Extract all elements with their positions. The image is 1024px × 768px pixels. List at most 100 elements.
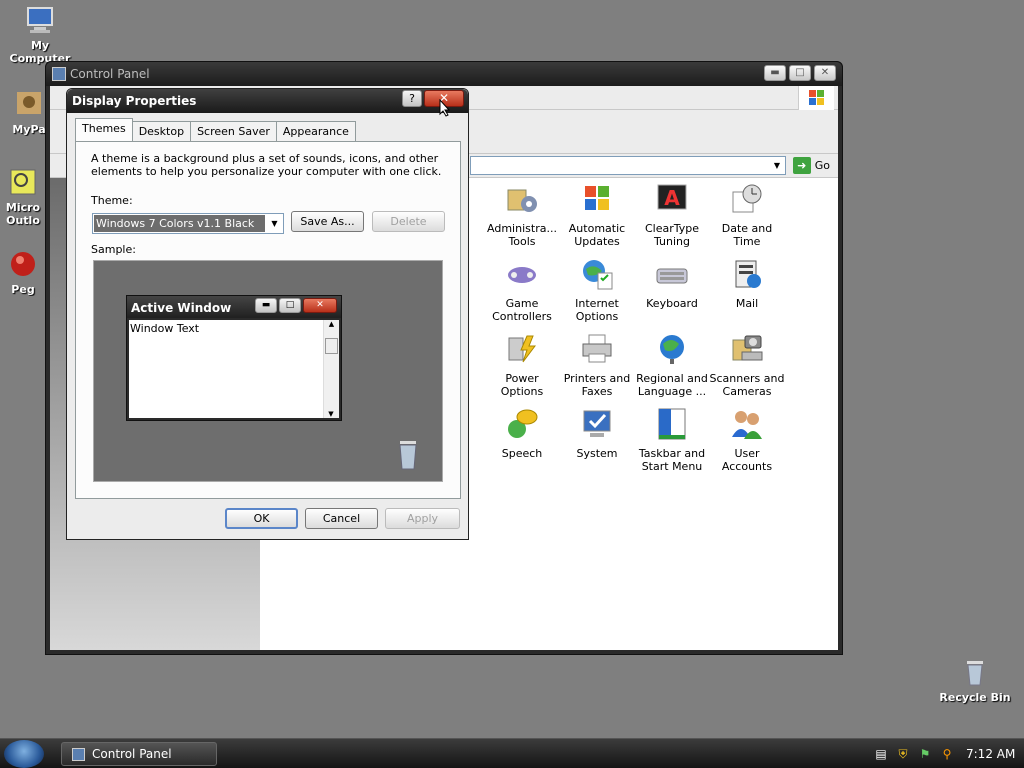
control-panel-icon (52, 67, 66, 81)
administrative-tools-icon (507, 189, 537, 212)
my-pictures-icon (17, 92, 41, 114)
cp-item-keyboard[interactable]: Keyboard (634, 257, 710, 310)
user-accounts-icon (732, 411, 762, 439)
cp-item-user-accounts[interactable]: User Accounts (709, 407, 785, 473)
keyboard-icon (656, 268, 688, 284)
address-input[interactable]: ▼ (470, 156, 786, 175)
cp-item-speech[interactable]: Speech (484, 407, 560, 460)
mouse-cursor-icon (439, 99, 451, 117)
network-icon[interactable]: ⚑ (918, 747, 932, 761)
dialog-title: Display Properties (72, 94, 197, 108)
cancel-button[interactable]: Cancel (305, 508, 378, 529)
cp-item-cleartype-tuning[interactable]: A ClearType Tuning (634, 182, 710, 248)
pegasus-icon (11, 252, 35, 276)
game-controller-icon (508, 267, 536, 283)
taskbar-button-label: Control Panel (92, 747, 172, 761)
cp-item-label: User Accounts (721, 447, 773, 473)
theme-select[interactable]: Windows 7 Colors v1.1 Black ▼ (92, 213, 284, 234)
svg-text:A: A (664, 186, 680, 210)
cp-item-label: Mail (735, 297, 759, 310)
theme-label: Theme: (91, 194, 133, 207)
close-icon: ✕ (303, 298, 337, 313)
arrow-right-icon: ➜ (792, 157, 811, 174)
theme-selected-value: Windows 7 Colors v1.1 Black (94, 215, 265, 232)
minimize-button[interactable]: ▬ (764, 65, 786, 81)
cp-item-label: ClearType Tuning (644, 222, 700, 248)
security-shield-icon[interactable]: ⛨ (896, 747, 910, 761)
cp-item-label: Administra... Tools (487, 222, 557, 248)
cp-item-taskbar-start-menu[interactable]: Taskbar and Start Menu (634, 407, 710, 473)
scroll-thumb (325, 338, 338, 354)
minimize-icon: ▬ (255, 298, 277, 313)
cp-item-administrative-tools[interactable]: Administra... Tools (484, 182, 560, 248)
cp-item-label: Date and Time (721, 222, 773, 248)
display-properties-dialog[interactable]: Display Properties ? ✕ Themes Desktop Sc… (66, 88, 469, 540)
taskbar-icon (658, 408, 686, 440)
power-options-icon (508, 335, 536, 363)
sample-label: Sample: (91, 243, 136, 256)
go-label: Go (814, 159, 830, 172)
scroll-up-icon: ▲ (328, 320, 335, 328)
save-as-button[interactable]: Save As... (291, 211, 364, 232)
ok-button[interactable]: OK (225, 508, 298, 529)
tab-appearance[interactable]: Appearance (275, 121, 356, 141)
mail-icon (735, 260, 761, 288)
desktop-icon-label: Recycle Bin (939, 691, 1011, 704)
printer-icon (582, 334, 612, 363)
cp-item-scanners-and-cameras[interactable]: Scanners and Cameras (709, 332, 785, 398)
help-button[interactable]: ? (402, 90, 422, 107)
cp-item-label: Automatic Updates (568, 222, 626, 248)
go-button[interactable]: ➜ Go (792, 157, 830, 174)
cp-item-regional-language[interactable]: Regional and Language ... (634, 332, 710, 398)
close-button[interactable]: ✕ (814, 65, 836, 81)
keyboard-icon[interactable]: ▤ (874, 747, 888, 761)
cp-item-automatic-updates[interactable]: Automatic Updates (559, 182, 635, 248)
globe-icon (660, 335, 684, 364)
chevron-down-icon[interactable]: ▼ (769, 157, 785, 174)
cp-item-power-options[interactable]: Power Options (484, 332, 560, 398)
title-bar[interactable]: Control Panel ▬ □ ✕ (46, 62, 842, 86)
speech-icon (508, 409, 538, 438)
chevron-down-icon[interactable]: ▼ (266, 214, 283, 233)
maximize-button[interactable]: □ (789, 65, 811, 81)
desktop-icon-my-computer[interactable]: My Computer (0, 4, 80, 65)
start-button[interactable] (4, 740, 44, 768)
tab-strip: Themes Desktop Screen Saver Appearance (75, 118, 356, 141)
cp-item-label: Taskbar and Start Menu (638, 447, 706, 473)
cp-item-system[interactable]: System (559, 407, 635, 460)
tab-themes[interactable]: Themes (75, 118, 133, 141)
dialog-title-bar[interactable]: Display Properties ? ✕ (67, 89, 468, 113)
search-icon[interactable]: ⚲ (940, 747, 954, 761)
cp-item-label: Speech (501, 447, 543, 460)
cp-item-label: Regional and Language ... (636, 372, 708, 398)
cp-item-label: Game Controllers (492, 297, 552, 323)
window-title: Control Panel (70, 67, 150, 81)
cp-item-game-controllers[interactable]: Game Controllers (484, 257, 560, 323)
automatic-updates-icon (585, 186, 609, 210)
cp-item-printers-and-faxes[interactable]: Printers and Faxes (559, 332, 635, 398)
delete-button[interactable]: Delete (372, 211, 445, 232)
sample-window-text: Window Text (130, 322, 200, 335)
my-computer-icon (27, 7, 53, 33)
desktop-icon-label: MyPa (12, 123, 46, 136)
sample-active-window: Active Window ▬ □ ✕ Window Text ▲ ▼ (126, 295, 342, 421)
theme-description: A theme is a background plus a set of so… (91, 152, 442, 178)
desktop-icon-recycle-bin[interactable]: Recycle Bin (935, 656, 1015, 704)
cp-item-label: Power Options (500, 372, 544, 398)
taskbar: Control Panel ▤ ⛨ ⚑ ⚲ 7:12 AM (0, 738, 1024, 768)
tab-desktop[interactable]: Desktop (131, 121, 192, 141)
apply-button[interactable]: Apply (385, 508, 460, 529)
taskbar-button-control-panel[interactable]: Control Panel (61, 742, 217, 766)
cp-item-internet-options[interactable]: Internet Options (559, 257, 635, 323)
outlook-icon (10, 169, 36, 195)
clock[interactable]: 7:12 AM (966, 747, 1015, 761)
cp-item-label: Internet Options (575, 297, 619, 323)
cp-item-mail[interactable]: Mail (709, 257, 785, 310)
system-tray: ▤ ⛨ ⚑ ⚲ 7:12 AM (864, 739, 1024, 768)
cp-item-date-and-time[interactable]: Date and Time (709, 182, 785, 248)
tab-screen-saver[interactable]: Screen Saver (190, 121, 277, 141)
desktop-icon-label: Micro Outlo (5, 201, 41, 227)
scanner-icon (732, 335, 763, 361)
recycle-bin-icon (967, 661, 983, 686)
cp-item-label: System (576, 447, 618, 460)
